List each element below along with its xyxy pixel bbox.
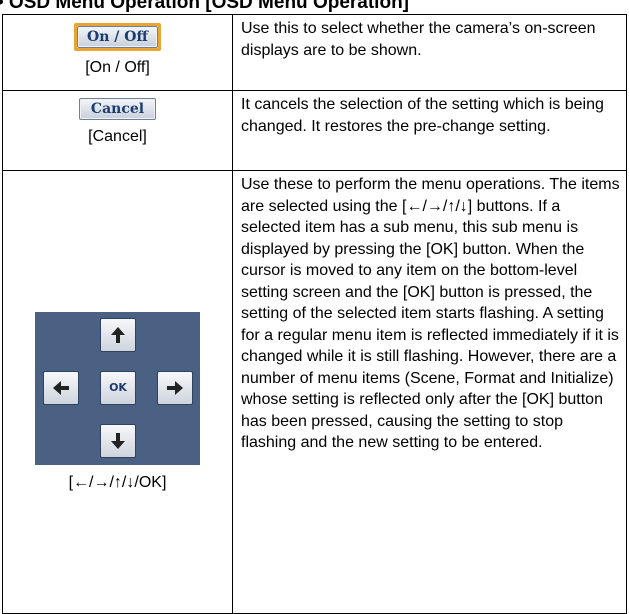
arrow-left-icon bbox=[52, 380, 70, 396]
cancel-caption: [Cancel] bbox=[88, 128, 147, 145]
cancel-description: It cancels the selection of the setting … bbox=[232, 90, 627, 171]
arrow-down-icon bbox=[110, 432, 126, 450]
direction-pad-cell: OK [←/→/↑/↓/OK] bbox=[2, 170, 233, 614]
on-off-button[interactable]: On / Off bbox=[77, 26, 158, 48]
arrow-up-icon bbox=[110, 326, 126, 344]
arrow-right-icon bbox=[166, 380, 184, 396]
onoff-caption: [On / Off] bbox=[85, 59, 150, 76]
section-heading: • OSD Menu Operation [OSD Menu Operation… bbox=[0, 0, 409, 13]
table-row-direction: OK [←/→/↑/↓/OK] Use these to perform the… bbox=[2, 170, 627, 614]
direction-description: Use these to perform the menu operations… bbox=[232, 170, 627, 614]
onoff-highlight-frame: On / Off bbox=[74, 23, 161, 51]
table-row-onoff: On / Off [On / Off] Use this to select w… bbox=[2, 14, 627, 91]
down-button[interactable] bbox=[100, 424, 136, 458]
onoff-description: Use this to select whether the camera’s … bbox=[232, 14, 627, 91]
cancel-button[interactable]: Cancel bbox=[78, 98, 157, 120]
osd-operation-table: On / Off [On / Off] Use this to select w… bbox=[2, 14, 627, 614]
direction-caption: [←/→/↑/↓/OK] bbox=[68, 474, 167, 491]
cancel-button-cell: Cancel [Cancel] bbox=[2, 90, 233, 171]
direction-pad: OK bbox=[35, 312, 200, 465]
ok-button[interactable]: OK bbox=[100, 371, 136, 405]
onoff-button-cell: On / Off [On / Off] bbox=[2, 14, 233, 91]
ok-label: OK bbox=[109, 381, 127, 395]
left-button[interactable] bbox=[43, 371, 79, 405]
right-button[interactable] bbox=[157, 371, 193, 405]
up-button[interactable] bbox=[100, 318, 136, 352]
table-row-cancel: Cancel [Cancel] It cancels the selection… bbox=[2, 90, 627, 171]
